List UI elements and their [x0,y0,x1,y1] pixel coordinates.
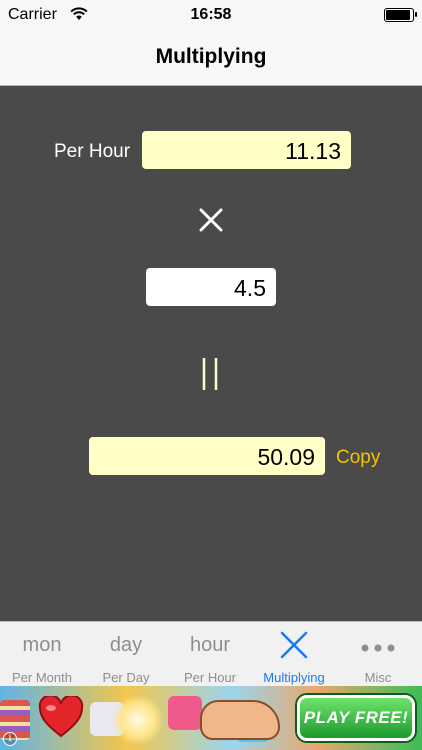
navigation-bar: Multiplying [0,30,422,86]
play-free-button[interactable]: PLAY FREE! [297,695,415,741]
result-field[interactable]: 50.09 [89,437,325,475]
tab-glyph-day: day [109,634,143,656]
page-title: Multiplying [155,45,267,68]
status-bar: Carrier 16:58 [0,0,422,30]
battery-level [386,10,410,20]
tab-bar: mon Per Month day Per Day hour Per Hour … [0,621,422,686]
tab-multiplying[interactable]: Multiplying [252,622,336,687]
heart-candy-icon [38,694,84,743]
tab-label: Per Day [102,670,150,685]
equals-icon [198,356,224,399]
tab-label: Misc [364,670,392,685]
battery-icon [384,8,417,22]
ad-info-icon[interactable]: i [3,732,17,746]
tab-per-day[interactable]: day Per Day [84,622,168,687]
copy-button[interactable]: Copy [336,447,380,469]
more-dots-icon [360,640,396,658]
tab-misc[interactable]: Misc [336,622,420,687]
tab-glyph-mon: mon [22,634,62,656]
tab-per-month[interactable]: mon Per Month [0,622,84,687]
factor-field[interactable]: 4.5 [146,268,276,306]
tab-label: Per Hour [183,670,237,685]
multiply-icon [196,205,226,240]
pointing-hand-icon [200,700,280,740]
candy-tile-icon [168,696,202,730]
sparkle-burst-icon [112,694,164,746]
multiply-icon [279,630,309,665]
tab-per-hour[interactable]: hour Per Hour [168,622,252,687]
tab-glyph-hour: hour [189,634,231,656]
ad-banner[interactable]: PLAY FREE! i [0,686,422,750]
tab-label: Per Month [12,670,72,685]
status-time: 16:58 [190,6,232,23]
rate-field[interactable]: 11.13 [142,131,351,169]
tab-label: Multiplying [263,670,325,685]
rate-label: Per Hour [54,141,131,162]
